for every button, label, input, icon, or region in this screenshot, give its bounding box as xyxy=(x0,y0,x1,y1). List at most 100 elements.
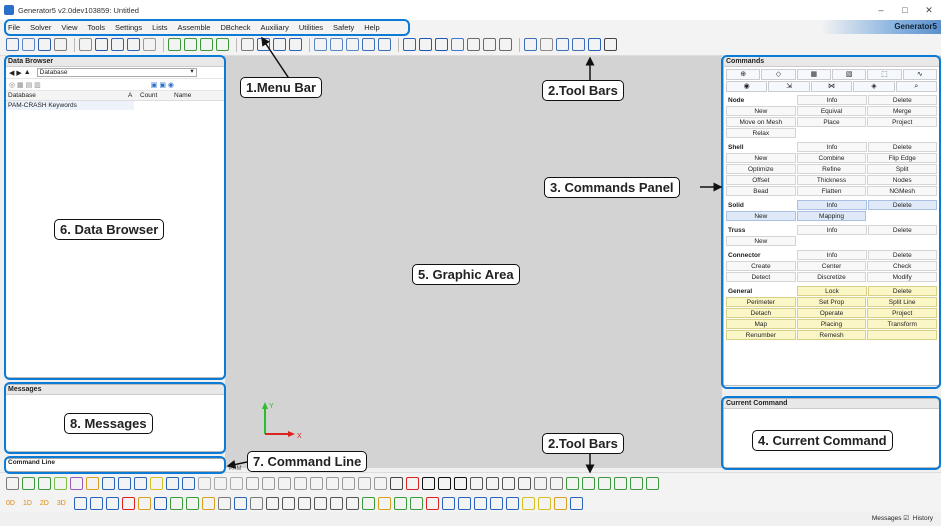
toolbar-tool-icon[interactable] xyxy=(185,496,199,510)
toolbar-tool-icon[interactable] xyxy=(630,476,643,490)
toolbar-tool-icon[interactable] xyxy=(330,38,343,51)
toolbar-tool-icon[interactable] xyxy=(435,38,448,51)
toolbar-tool-icon[interactable] xyxy=(198,476,211,490)
toolbar-tool-icon[interactable] xyxy=(246,476,259,490)
toolbar-tool-icon[interactable] xyxy=(502,476,515,490)
toolbar-tool-icon[interactable] xyxy=(54,476,67,490)
toolbar-tool-icon[interactable] xyxy=(582,476,595,490)
toolbar-tool-icon[interactable] xyxy=(217,496,231,510)
toolbar-tool-icon[interactable] xyxy=(483,38,496,51)
toolbar-tool-icon[interactable] xyxy=(166,476,179,490)
toolbar-tool-icon[interactable] xyxy=(111,38,124,51)
minimize-button[interactable]: – xyxy=(869,0,893,20)
toolbar-tool-icon[interactable] xyxy=(233,496,247,510)
toolbar-tool-icon[interactable] xyxy=(95,38,108,51)
toolbar-tool-icon[interactable] xyxy=(294,476,307,490)
toolbar-tool-icon[interactable] xyxy=(403,38,416,51)
toolbar-tool-icon[interactable] xyxy=(168,38,181,51)
toolbar-tool-icon[interactable] xyxy=(200,38,213,51)
toolbar-tool-icon[interactable] xyxy=(604,38,617,51)
toolbar-tool-icon[interactable] xyxy=(521,496,535,510)
close-button[interactable]: ✕ xyxy=(917,0,941,20)
toolbar-tool-icon[interactable] xyxy=(257,38,270,51)
toolbar-tool-icon[interactable] xyxy=(393,496,407,510)
toolbar-tool-icon[interactable] xyxy=(425,496,439,510)
toolbar-tool-icon[interactable] xyxy=(566,476,579,490)
maximize-button[interactable]: □ xyxy=(893,0,917,20)
toolbar-tool-icon[interactable] xyxy=(646,476,659,490)
toolbar-tool-icon[interactable] xyxy=(346,38,359,51)
toolbar-tool-icon[interactable] xyxy=(313,496,327,510)
toolbar-tool-icon[interactable] xyxy=(499,38,512,51)
toolbar-tool-icon[interactable] xyxy=(289,38,302,51)
toolbar-tool-icon[interactable] xyxy=(358,476,371,490)
toolbar-tool-icon[interactable] xyxy=(73,496,87,510)
toolbar-tool-icon[interactable] xyxy=(22,476,35,490)
toolbar-tool-icon[interactable] xyxy=(6,38,19,51)
toolbar-tool-icon[interactable] xyxy=(518,476,531,490)
toolbar-tool-icon[interactable] xyxy=(22,38,35,51)
toolbar-tool-icon[interactable] xyxy=(310,476,323,490)
toolbar-tool-icon[interactable] xyxy=(419,38,432,51)
toolbar-tool-icon[interactable] xyxy=(454,476,467,490)
toolbar-tool-icon[interactable] xyxy=(534,476,547,490)
history-toggle[interactable]: History xyxy=(913,515,933,522)
toolbar-tool-icon[interactable] xyxy=(422,476,435,490)
toolbar-tool-icon[interactable] xyxy=(470,476,483,490)
toolbar-tool-icon[interactable] xyxy=(134,476,147,490)
toolbar-tool-icon[interactable] xyxy=(553,496,567,510)
toolbar-tool-icon[interactable] xyxy=(137,496,151,510)
toolbar-tool-icon[interactable] xyxy=(489,496,503,510)
toolbar-tool-icon[interactable] xyxy=(329,496,343,510)
toolbar-tool-icon[interactable] xyxy=(214,476,227,490)
toolbar-tool-icon[interactable] xyxy=(118,476,131,490)
toolbar-tool-icon[interactable] xyxy=(441,496,455,510)
toolbar-tool-icon[interactable] xyxy=(467,38,480,51)
dimension-filter-2d[interactable]: 2D xyxy=(40,500,49,507)
toolbar-tool-icon[interactable] xyxy=(572,38,585,51)
messages-toggle[interactable]: Messages ☑ xyxy=(872,515,909,522)
toolbar-tool-icon[interactable] xyxy=(121,496,135,510)
dimension-filter-1d[interactable]: 1D xyxy=(23,500,32,507)
toolbar-tool-icon[interactable] xyxy=(598,476,611,490)
toolbar-tool-icon[interactable] xyxy=(451,38,464,51)
toolbar-tool-icon[interactable] xyxy=(273,38,286,51)
toolbar-tool-icon[interactable] xyxy=(438,476,451,490)
toolbar-tool-icon[interactable] xyxy=(297,496,311,510)
toolbar-tool-icon[interactable] xyxy=(326,476,339,490)
toolbar-tool-icon[interactable] xyxy=(540,38,553,51)
toolbar-tool-icon[interactable] xyxy=(6,476,19,490)
toolbar-tool-icon[interactable] xyxy=(473,496,487,510)
toolbar-tool-icon[interactable] xyxy=(265,496,279,510)
toolbar-tool-icon[interactable] xyxy=(184,38,197,51)
toolbar-tool-icon[interactable] xyxy=(362,38,375,51)
toolbar-tool-icon[interactable] xyxy=(143,38,156,51)
toolbar-tool-icon[interactable] xyxy=(127,38,140,51)
toolbar-tool-icon[interactable] xyxy=(150,476,163,490)
toolbar-tool-icon[interactable] xyxy=(569,496,583,510)
toolbar-tool-icon[interactable] xyxy=(486,476,499,490)
toolbar-tool-icon[interactable] xyxy=(342,476,355,490)
toolbar-tool-icon[interactable] xyxy=(556,38,569,51)
toolbar-tool-icon[interactable] xyxy=(614,476,627,490)
toolbar-tool-icon[interactable] xyxy=(406,476,419,490)
toolbar-tool-icon[interactable] xyxy=(550,476,563,490)
toolbar-tool-icon[interactable] xyxy=(537,496,551,510)
toolbar-tool-icon[interactable] xyxy=(79,38,92,51)
toolbar-tool-icon[interactable] xyxy=(457,496,471,510)
toolbar-tool-icon[interactable] xyxy=(216,38,229,51)
toolbar-tool-icon[interactable] xyxy=(153,496,167,510)
toolbar-tool-icon[interactable] xyxy=(89,496,103,510)
toolbar-tool-icon[interactable] xyxy=(409,496,423,510)
toolbar-tool-icon[interactable] xyxy=(201,496,215,510)
toolbar-tool-icon[interactable] xyxy=(182,476,195,490)
toolbar-tool-icon[interactable] xyxy=(524,38,537,51)
toolbar-tool-icon[interactable] xyxy=(70,476,83,490)
toolbar-tool-icon[interactable] xyxy=(314,38,327,51)
toolbar-tool-icon[interactable] xyxy=(38,476,51,490)
toolbar-tool-icon[interactable] xyxy=(102,476,115,490)
toolbar-tool-icon[interactable] xyxy=(281,496,295,510)
toolbar-tool-icon[interactable] xyxy=(169,496,183,510)
toolbar-tool-icon[interactable] xyxy=(262,476,275,490)
toolbar-tool-icon[interactable] xyxy=(390,476,403,490)
